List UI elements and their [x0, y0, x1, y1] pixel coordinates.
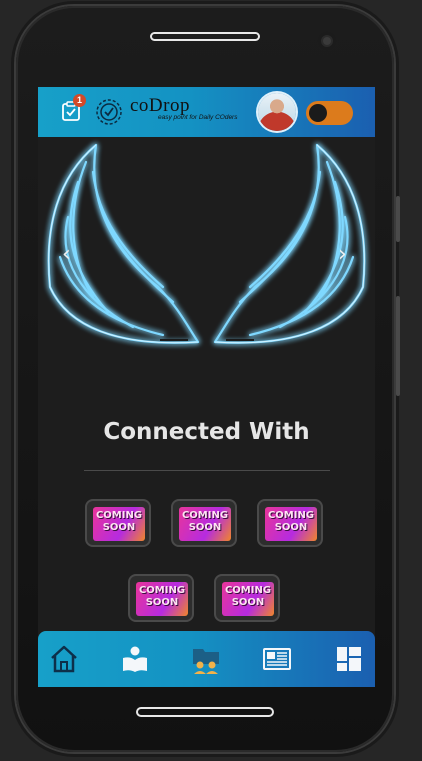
news-icon[interactable]: [262, 644, 292, 674]
partner-line1: COMING: [138, 585, 186, 596]
dashboard-icon[interactable]: [334, 644, 364, 674]
partner-card[interactable]: COMING SOON: [214, 574, 280, 622]
partner-line1: COMING: [224, 585, 272, 596]
coming-soon-logo: COMING SOON: [93, 507, 145, 541]
community-icon[interactable]: [191, 644, 221, 674]
bottom-navigation: [38, 631, 375, 687]
volume-button: [396, 196, 400, 242]
image-carousel: ‹ ›: [38, 137, 375, 377]
coming-soon-logo: COMING SOON: [179, 507, 231, 541]
brand-tagline: easy point for Daily COders: [158, 114, 238, 121]
partner-line1: COMING: [95, 510, 143, 521]
earpiece-speaker: [150, 32, 260, 41]
partner-line2: SOON: [274, 522, 308, 533]
toggle-knob: [309, 104, 327, 122]
brand-logo[interactable]: coDrop easy point for Daily COders: [130, 93, 260, 133]
verified-badge-icon: [96, 99, 122, 125]
partner-line1: COMING: [181, 510, 229, 521]
front-camera: [317, 31, 337, 51]
coming-soon-logo: COMING SOON: [136, 582, 188, 616]
home-icon[interactable]: [49, 644, 79, 674]
reader-icon[interactable]: [120, 644, 150, 674]
section-divider: [84, 470, 330, 471]
partner-card[interactable]: COMING SOON: [257, 499, 323, 547]
carousel-next-button[interactable]: ›: [338, 242, 347, 267]
carousel-indicator-1[interactable]: [160, 339, 188, 341]
home-indicator[interactable]: [136, 707, 274, 717]
user-avatar[interactable]: [258, 93, 296, 131]
notification-badge: 1: [73, 94, 86, 107]
partner-line1: COMING: [267, 510, 315, 521]
carousel-prev-button[interactable]: ‹: [62, 242, 71, 267]
partner-line2: SOON: [188, 522, 222, 533]
section-heading: Connected With: [103, 419, 310, 445]
coming-soon-logo: COMING SOON: [222, 582, 274, 616]
carousel-indicator-2[interactable]: [226, 339, 254, 341]
partner-card[interactable]: COMING SOON: [171, 499, 237, 547]
partner-line2: SOON: [145, 597, 179, 608]
partner-line2: SOON: [231, 597, 265, 608]
power-button: [396, 296, 400, 396]
coming-soon-logo: COMING SOON: [265, 507, 317, 541]
app-header: 1 coDrop easy point for Daily COders: [38, 87, 375, 137]
app-screen: 1 coDrop easy point for Daily COders ‹ ›…: [38, 87, 375, 687]
partner-card[interactable]: COMING SOON: [85, 499, 151, 547]
partner-line2: SOON: [102, 522, 136, 533]
theme-toggle[interactable]: [306, 101, 353, 125]
wings-image: [47, 143, 366, 344]
partner-card[interactable]: COMING SOON: [128, 574, 194, 622]
